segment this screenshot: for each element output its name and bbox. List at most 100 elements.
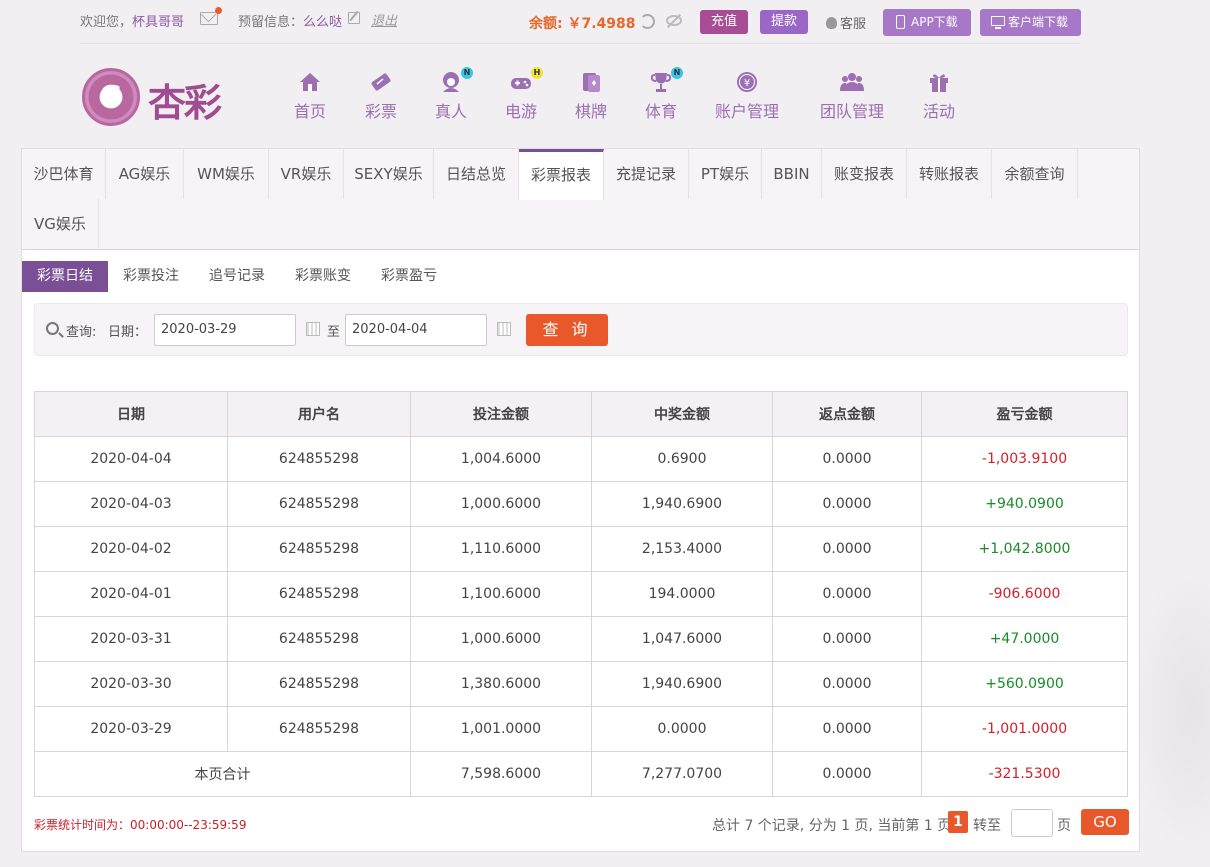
monitor-icon [991, 16, 1005, 29]
tab-ag[interactable]: AG娱乐 [106, 149, 184, 199]
balance-display: 余额: ￥7.4988 [529, 16, 636, 32]
cell-rebate: 0.0000 [772, 661, 922, 707]
subtab-lottery-profit-loss[interactable]: 彩票盈亏 [366, 261, 452, 292]
go-button[interactable]: GO [1081, 809, 1129, 835]
tab-vg[interactable]: VG娱乐 [22, 199, 99, 249]
cell-username: 624855298 [227, 571, 411, 617]
subtab-lottery-account-changes[interactable]: 彩票账变 [280, 261, 366, 292]
table-row: 2020-03-29 624855298 1,001.0000 0.0000 0… [34, 706, 1128, 752]
cell-win: 0.6900 [591, 436, 773, 482]
col-rebate-amount: 返点金额 [772, 391, 922, 437]
subtab-lottery-daily[interactable]: 彩票日结 [22, 261, 108, 292]
page-number-input[interactable] [1011, 809, 1053, 837]
cell-rebate: 0.0000 [772, 436, 922, 482]
cell-profit-loss: +940.0900 [921, 481, 1128, 527]
calendar-icon[interactable] [497, 322, 511, 336]
cell-username: 624855298 [227, 706, 411, 752]
tab-wm[interactable]: WM娱乐 [184, 149, 269, 199]
tab-deposit-withdraw[interactable]: 充提记录 [604, 149, 689, 199]
total-label: 本页合计 [34, 751, 411, 797]
cell-date: 2020-04-03 [34, 481, 228, 527]
total-win: 7,277.0700 [591, 751, 773, 797]
nav-sports[interactable]: N 体育 [641, 67, 683, 122]
stat-time-note: 彩票统计时间为：00:00:00--23:59:59 [34, 818, 247, 832]
subtab-chase-records[interactable]: 追号记录 [194, 261, 280, 292]
tab-daily-overview[interactable]: 日结总览 [434, 149, 519, 199]
cell-bet: 1,000.6000 [410, 616, 592, 662]
tab-balance-query[interactable]: 余额查询 [992, 149, 1078, 199]
nav-account[interactable]: ¥ 账户管理 [711, 70, 783, 122]
report-tabs: 沙巴体育 AG娱乐 WM娱乐 VR娱乐 SEXY娱乐 日结总览 彩票报表 充提记… [22, 149, 1139, 250]
tab-sexy[interactable]: SEXY娱乐 [344, 149, 434, 199]
team-icon [840, 70, 864, 94]
date-label: 日期： [108, 325, 148, 340]
query-button[interactable]: 查 询 [526, 314, 608, 346]
hide-balance-icon[interactable] [666, 15, 682, 26]
cell-profit-loss: -1,001.0000 [921, 706, 1128, 752]
col-bet-amount: 投注金额 [410, 391, 592, 437]
cell-username: 624855298 [227, 616, 411, 662]
query-label: 查询: [66, 325, 97, 340]
nav-chess[interactable]: 棋牌 [571, 70, 611, 122]
tab-transfer-report[interactable]: 转账报表 [907, 149, 992, 199]
pagination: 总计 7 个记录, 分为 1 页, 当前第 1 页 1 转至 页 GO [712, 809, 1132, 839]
subtab-lottery-bets[interactable]: 彩票投注 [108, 261, 194, 292]
pagination-info: 总计 7 个记录, 分为 1 页, 当前第 1 页 [712, 818, 952, 834]
refresh-icon[interactable] [640, 14, 655, 29]
tab-lottery-report[interactable]: 彩票报表 [519, 149, 604, 200]
cell-rebate: 0.0000 [772, 706, 922, 752]
cell-profit-loss: +560.0900 [921, 661, 1128, 707]
yen-coin-icon: ¥ [735, 70, 759, 94]
cell-win: 1,047.6000 [591, 616, 773, 662]
tab-account-changes[interactable]: 账变报表 [822, 149, 907, 199]
site-logo[interactable]: G 杏彩 [82, 68, 242, 130]
page-label: 页 [1057, 818, 1071, 834]
cell-username: 624855298 [227, 661, 411, 707]
col-date: 日期 [34, 391, 228, 437]
lady-icon: N [439, 67, 473, 94]
current-page-button[interactable]: 1 [948, 811, 968, 833]
nav-slots[interactable]: H 电游 [501, 67, 543, 122]
cell-date: 2020-04-01 [34, 571, 228, 617]
end-date-input[interactable]: 2020-04-04 [345, 314, 487, 346]
app-download-button[interactable]: APP下载 [883, 9, 971, 36]
cell-date: 2020-03-29 [34, 706, 228, 752]
tab-shaba-sports[interactable]: 沙巴体育 [22, 149, 106, 199]
mail-icon[interactable] [200, 7, 222, 25]
svg-text:¥: ¥ [744, 78, 750, 89]
cell-username: 624855298 [227, 526, 411, 572]
username-link[interactable]: 杯具哥哥 [132, 15, 184, 30]
tab-bbin[interactable]: BBIN [762, 149, 822, 199]
home-icon [298, 70, 322, 94]
cell-bet: 1,000.6000 [410, 481, 592, 527]
cell-bet: 1,110.6000 [410, 526, 592, 572]
start-date-input[interactable]: 2020-03-29 [154, 314, 296, 346]
nav-team[interactable]: 团队管理 [816, 70, 888, 122]
withdraw-button[interactable]: 提款 [760, 10, 809, 34]
recharge-button[interactable]: 充值 [700, 10, 749, 34]
table-row: 2020-04-01 624855298 1,100.6000 194.0000… [34, 571, 1128, 617]
tab-vr[interactable]: VR娱乐 [269, 149, 344, 199]
nav-lottery[interactable]: 彩票 [361, 70, 401, 122]
edit-icon[interactable] [348, 12, 360, 24]
cell-win: 2,153.4000 [591, 526, 773, 572]
logout-link[interactable]: 退出 [371, 10, 397, 29]
cell-profit-loss: +47.0000 [921, 616, 1128, 662]
new-badge: N [671, 67, 683, 79]
cell-rebate: 0.0000 [772, 616, 922, 662]
hot-badge: H [531, 67, 543, 79]
service-icon [826, 17, 837, 29]
welcome-text: 欢迎您，杯具哥哥 [80, 15, 185, 30]
cell-date: 2020-03-30 [34, 661, 228, 707]
cell-date: 2020-04-02 [34, 526, 228, 572]
customer-service-link[interactable]: 客服 [826, 13, 866, 32]
calendar-icon[interactable] [306, 322, 320, 336]
nav-live[interactable]: N 真人 [431, 67, 473, 122]
tab-pt[interactable]: PT娱乐 [689, 149, 762, 199]
client-download-button[interactable]: 客户端下载 [980, 9, 1081, 36]
table-total-row: 本页合计 7,598.6000 7,277.0700 0.0000 -321.5… [34, 751, 1128, 797]
nav-home[interactable]: 首页 [290, 70, 330, 122]
cell-profit-loss: +1,042.8000 [921, 526, 1128, 572]
nav-activity[interactable]: 活动 [919, 70, 959, 122]
cell-bet: 1,004.6000 [410, 436, 592, 482]
